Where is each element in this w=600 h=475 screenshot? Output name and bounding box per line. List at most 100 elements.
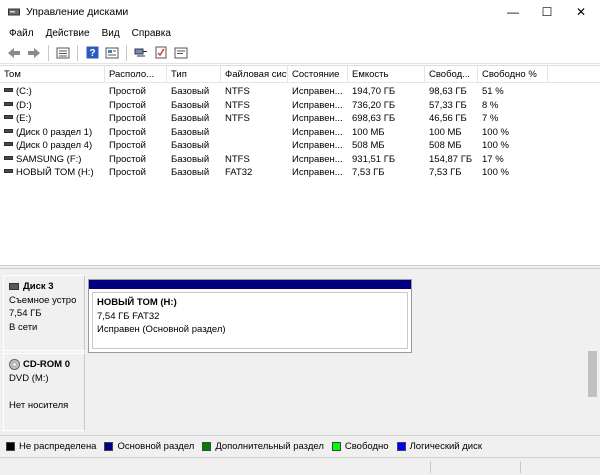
column-header-free-percent[interactable]: Свободно % <box>478 66 548 83</box>
graphic-view-scrollbar[interactable] <box>585 269 600 435</box>
connect-icon <box>134 48 147 56</box>
toolbar-separator <box>48 44 49 61</box>
volume-free-percent: 51 % <box>482 86 504 97</box>
partition-h[interactable]: НОВЫЙ ТОМ (H:) 7,54 ГБ FAT32 Исправен (О… <box>88 279 412 353</box>
volume-layout: Простой <box>109 140 146 151</box>
help-button[interactable]: ? <box>82 44 102 62</box>
status-separator <box>430 461 431 473</box>
column-header-free-space[interactable]: Свобод... <box>425 66 478 83</box>
forward-button[interactable] <box>24 44 44 62</box>
disk-info-cdrom0[interactable]: CD-ROM 0 DVD (M:) Нет носителя <box>3 353 85 431</box>
volume-status: Исправен... <box>292 167 343 178</box>
volume-filesystem: FAT32 <box>225 167 253 178</box>
table-row[interactable]: SAMSUNG (F:) Простой Базовый NTFS Исправ… <box>0 153 600 167</box>
volume-free-percent: 7 % <box>482 113 499 124</box>
column-header-filesystem[interactable]: Файловая сист... <box>221 66 288 83</box>
volume-free-percent: 17 % <box>482 153 504 165</box>
legend-label: Свободно <box>344 441 389 452</box>
volume-status: Исправен... <box>292 86 343 97</box>
volume-type: Базовый <box>171 140 210 151</box>
legend-swatch <box>6 442 15 451</box>
back-button[interactable] <box>4 44 24 62</box>
volume-free-percent: 100 % <box>482 140 509 151</box>
table-row[interactable]: (C:) Простой Базовый NTFS Исправен... 19… <box>0 85 600 99</box>
column-header-type[interactable]: Тип <box>167 66 221 83</box>
volume-free: 46,56 ГБ <box>429 113 467 124</box>
disk-info-disk3[interactable]: Диск 3 Съемное устро 7,54 ГБ В сети <box>3 275 85 351</box>
volume-list-icon <box>56 47 70 58</box>
legend-label: Основной раздел <box>117 441 195 452</box>
table-row[interactable]: (D:) Простой Базовый NTFS Исправен... 73… <box>0 99 600 113</box>
volume-filesystem: NTFS <box>225 113 250 124</box>
volume-free: 98,63 ГБ <box>429 86 467 97</box>
column-header-status[interactable]: Состояние <box>288 66 348 83</box>
volume-layout: Простой <box>109 167 146 178</box>
legend: Не распределена Основной раздел Дополнит… <box>0 435 600 457</box>
scrollbar-thumb[interactable] <box>588 351 597 397</box>
volume-status: Исправен... <box>292 99 343 111</box>
disk-type: Съемное устро <box>9 294 77 306</box>
volume-status: Исправен... <box>292 140 343 151</box>
volume-capacity: 7,53 ГБ <box>352 167 385 178</box>
volume-free: 57,33 ГБ <box>429 99 467 111</box>
volume-name: (C:) <box>16 86 32 97</box>
legend-item-logical: Логический диск <box>396 441 482 452</box>
title-bar: Управление дисками — ☐ ✕ <box>0 0 600 24</box>
menu-view[interactable]: Вид <box>96 28 126 39</box>
volume-layout: Простой <box>109 86 146 97</box>
disk-partitions-disk3: НОВЫЙ ТОМ (H:) 7,54 ГБ FAT32 Исправен (О… <box>85 275 585 353</box>
maximize-button[interactable]: ☐ <box>530 0 564 24</box>
column-header-volume[interactable]: Том <box>0 66 105 83</box>
menu-file[interactable]: Файл <box>3 28 40 39</box>
close-button[interactable]: ✕ <box>564 0 598 24</box>
volume-icon <box>4 142 13 147</box>
volume-capacity: 100 МБ <box>352 126 385 138</box>
legend-item-unallocated: Не распределена <box>6 441 96 452</box>
svg-text:?: ? <box>89 48 95 59</box>
legend-label: Дополнительный раздел <box>215 441 324 452</box>
volume-name: (E:) <box>16 113 32 124</box>
volume-list-button[interactable] <box>53 44 73 62</box>
volume-free-percent: 100 % <box>482 167 509 178</box>
disk-size: 7,54 ГБ <box>9 308 42 319</box>
table-row[interactable]: НОВЫЙ ТОМ (H:) Простой Базовый FAT32 Исп… <box>0 166 600 180</box>
volume-free: 100 МБ <box>429 126 462 138</box>
volume-icon <box>4 169 13 174</box>
legend-item-extended: Дополнительный раздел <box>202 441 324 452</box>
column-header-capacity[interactable]: Емкость <box>348 66 425 83</box>
volume-type: Базовый <box>171 167 210 178</box>
connect-button[interactable] <box>131 44 151 62</box>
volume-name: SAMSUNG (F:) <box>16 153 82 165</box>
menu-bar: Файл Действие Вид Справка <box>0 24 600 42</box>
table-row[interactable]: (Диск 0 раздел 1) Простой Базовый Исправ… <box>0 126 600 140</box>
disk-name: CD-ROM 0 <box>23 359 70 370</box>
partition-name: НОВЫЙ ТОМ (H:) <box>97 297 177 308</box>
menu-action[interactable]: Действие <box>40 28 96 39</box>
close-icon: ✕ <box>575 5 587 19</box>
volume-name: (Диск 0 раздел 4) <box>16 140 93 151</box>
partition-status: Исправен (Основной раздел) <box>97 324 226 335</box>
volume-filesystem: NTFS <box>225 86 250 97</box>
minimize-button[interactable]: — <box>496 0 530 24</box>
column-header-layout[interactable]: Располо... <box>105 66 167 83</box>
column-header-extra[interactable] <box>548 66 600 83</box>
table-row[interactable]: (Диск 0 раздел 4) Простой Базовый Исправ… <box>0 139 600 153</box>
legend-item-primary: Основной раздел <box>104 441 194 452</box>
disk-row-disk3: Диск 3 Съемное устро 7,54 ГБ В сети НОВЫ… <box>3 275 585 353</box>
volume-type: Базовый <box>171 153 210 165</box>
disk-type: DVD (M:) <box>9 372 49 384</box>
volume-layout: Простой <box>109 99 146 111</box>
volume-filesystem: NTFS <box>225 153 250 165</box>
properties-button[interactable] <box>102 44 122 62</box>
volume-type: Базовый <box>171 113 210 124</box>
window-title: Управление дисками <box>26 6 129 18</box>
table-row[interactable]: (E:) Простой Базовый NTFS Исправен... 69… <box>0 112 600 126</box>
checklist-button[interactable] <box>151 44 171 62</box>
settings-button[interactable] <box>171 44 191 62</box>
volume-layout: Простой <box>109 153 146 165</box>
menu-help[interactable]: Справка <box>126 28 177 39</box>
forward-icon <box>28 47 40 58</box>
volume-icon <box>4 155 13 160</box>
disk-name: Диск 3 <box>23 281 54 292</box>
legend-item-free: Свободно <box>331 441 389 452</box>
